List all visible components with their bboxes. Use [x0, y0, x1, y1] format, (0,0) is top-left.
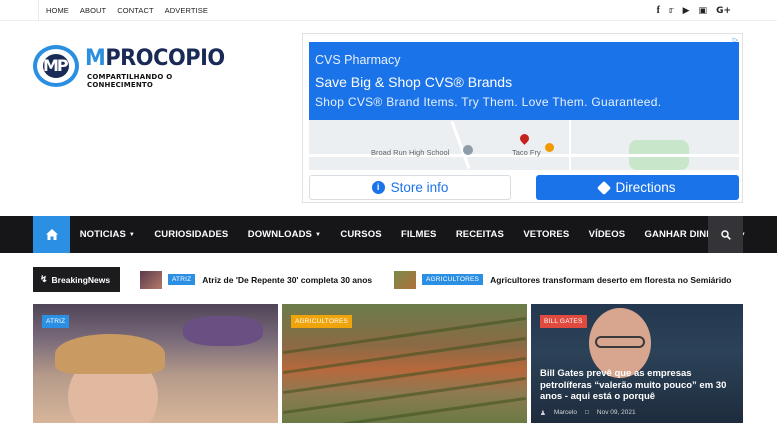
nav-item-filmes[interactable]: FILMES	[391, 229, 446, 240]
nav-item-cursos[interactable]: CURSOS	[331, 229, 392, 240]
ad-headline[interactable]: Save Big & Shop CVS® Brands	[315, 74, 512, 90]
ticker-badge[interactable]: AGRICULTORES	[422, 274, 484, 285]
twitter-icon[interactable]: 𝕣	[669, 6, 674, 16]
home-button[interactable]	[33, 216, 70, 253]
site-logo[interactable]: MP MPROCOPIO COMPARTILHANDO O CONHECIMEN…	[33, 43, 238, 91]
featured-post-card[interactable]: BILL GATES Bill Gates prevê que as empre…	[531, 304, 743, 423]
map-label-school: Broad Run High School	[371, 148, 450, 157]
post-category-badge[interactable]: AGRICULTORES	[291, 315, 353, 328]
top-links: HOME ABOUT CONTACT ADVERTISE	[38, 0, 219, 21]
store-info-button[interactable]: i Store info	[309, 175, 511, 200]
main-nav: NOTICIAS ▼ CURIOSIDADES DOWNLOADS ▼ CURSOS…	[0, 216, 777, 253]
ticker-headline[interactable]: Atriz de 'De Repente 30' completa 30 ano…	[202, 275, 372, 285]
map-pin-icon	[518, 132, 531, 145]
directions-button[interactable]: Directions	[536, 175, 739, 200]
nav-item-curiosidades[interactable]: CURIOSIDADES	[145, 229, 238, 240]
social-links: f 𝕣 ▶ ▣ G+	[648, 0, 731, 21]
bolt-icon: ↯	[40, 274, 48, 284]
nav-item-vetores[interactable]: VETORES	[514, 229, 579, 240]
search-icon	[720, 229, 731, 240]
search-button[interactable]	[708, 216, 743, 253]
logo-emblem-text: MP	[43, 56, 69, 75]
nav-menu: NOTICIAS ▼ CURIOSIDADES DOWNLOADS ▼ CURSOS…	[70, 216, 756, 253]
ad-brand: CVS Pharmacy	[315, 53, 401, 67]
top-link-about[interactable]: ABOUT	[80, 6, 106, 15]
post-meta: ♟ Marcelo □ Nov 09, 2021	[540, 409, 644, 417]
ad-description: Shop CVS® Brand Items. Try Them. Love Th…	[315, 95, 662, 109]
top-link-contact[interactable]: CONTACT	[117, 6, 153, 15]
post-title[interactable]: Bill Gates prevê que as empresas petrolí…	[540, 368, 735, 403]
nav-item-noticias[interactable]: NOTICIAS ▼	[70, 229, 145, 240]
directions-icon	[597, 180, 612, 195]
top-bar: HOME ABOUT CONTACT ADVERTISE f 𝕣 ▶ ▣ G+	[0, 0, 777, 21]
home-icon	[45, 229, 58, 240]
ticker-thumbnail[interactable]	[140, 270, 162, 289]
info-icon: i	[371, 181, 385, 194]
chevron-down-icon: ▼	[314, 232, 322, 238]
logo-emblem: MP	[33, 45, 79, 87]
nav-item-videos[interactable]: VÍDEOS	[579, 229, 635, 240]
breaking-news-label: ↯ BreakingNews	[33, 267, 120, 292]
post-category-badge[interactable]: ATRIZ	[42, 315, 70, 328]
ticker-item[interactable]: AGRICULTORES Agricultores transformam de…	[394, 270, 731, 289]
instagram-icon[interactable]: ▣	[699, 6, 708, 16]
ticker-badge[interactable]: ATRIZ	[168, 274, 196, 285]
restaurant-map-icon	[545, 143, 554, 152]
header-advertisement[interactable]: ▷ CVS Pharmacy Save Big & Shop CVS® Bran…	[302, 33, 743, 203]
store-info-label: Store info	[390, 180, 449, 195]
nav-item-receitas[interactable]: RECEITAS	[446, 229, 514, 240]
ticker-headline[interactable]: Agricultores transformam deserto em flor…	[490, 275, 731, 285]
school-map-icon	[463, 145, 473, 155]
ad-banner[interactable]: CVS Pharmacy Save Big & Shop CVS® Brands…	[309, 42, 739, 120]
youtube-icon[interactable]: ▶	[683, 6, 690, 16]
top-link-home[interactable]: HOME	[46, 6, 69, 15]
top-link-advertise[interactable]: ADVERTISE	[165, 6, 208, 15]
ad-map[interactable]: Broad Run High School Taco Fry	[309, 120, 739, 170]
google-plus-icon[interactable]: G+	[716, 6, 731, 16]
facebook-icon[interactable]: f	[657, 5, 660, 16]
directions-label: Directions	[615, 180, 676, 195]
nav-item-downloads[interactable]: DOWNLOADS ▼	[238, 229, 331, 240]
post-category-badge[interactable]: BILL GATES	[540, 315, 587, 328]
calendar-icon: □	[584, 409, 589, 416]
post-author[interactable]: Marcelo	[554, 409, 577, 417]
logo-tagline: COMPARTILHANDO O CONHECIMENTO	[87, 73, 173, 89]
author-icon: ♟	[540, 410, 546, 417]
map-label-place: Taco Fry	[512, 148, 541, 157]
ticker-thumbnail[interactable]	[394, 270, 416, 289]
breaking-news-ticker: ↯ BreakingNews ATRIZ Atriz de 'De Repent…	[33, 267, 743, 292]
post-date: Nov 09, 2021	[596, 409, 636, 416]
featured-post-card[interactable]: ATRIZ	[33, 304, 278, 423]
featured-post-card[interactable]: AGRICULTORES	[282, 304, 527, 423]
logo-title: MPROCOPIO	[85, 46, 225, 71]
chevron-down-icon: ▼	[128, 232, 135, 238]
ticker-item[interactable]: ATRIZ Atriz de 'De Repente 30' completa …	[140, 270, 372, 289]
